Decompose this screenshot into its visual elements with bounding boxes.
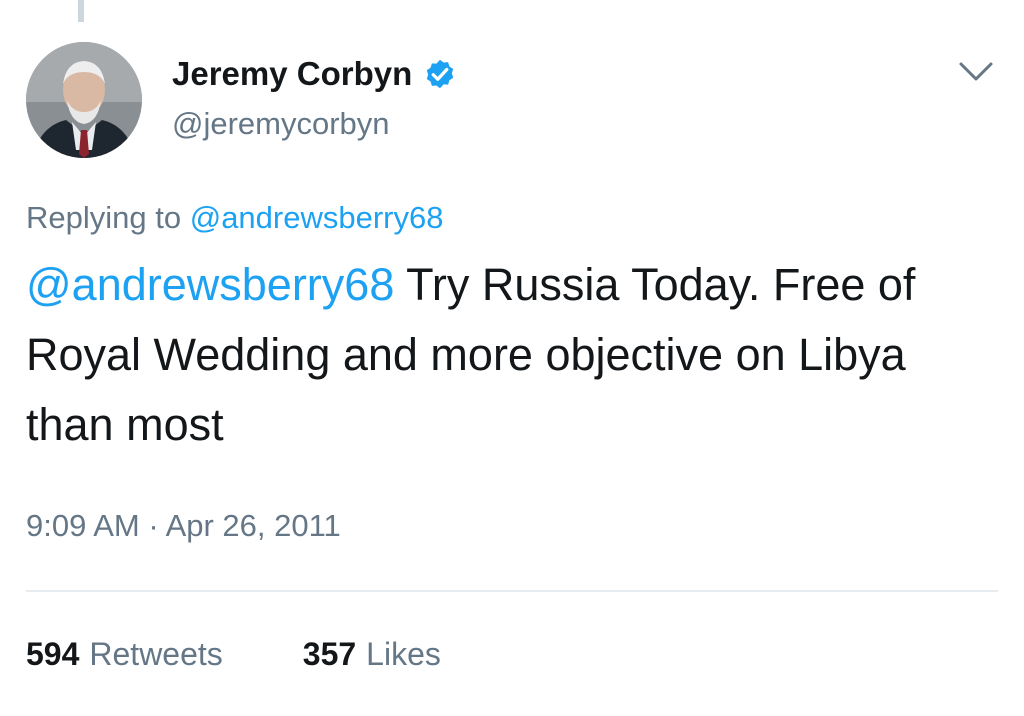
tweet-card: Jeremy Corbyn @jeremycorbyn Replying to … [0,0,1024,716]
tweet-mention-link[interactable]: @andrewsberry68 [26,259,394,310]
replying-to-mention-link[interactable]: @andrewsberry68 [190,200,444,235]
avatar-image [26,42,142,158]
tweet-timestamp[interactable]: 9:09 AM · Apr 26, 2011 [26,506,341,546]
likes-count: 357 [302,636,357,672]
divider [26,590,998,592]
retweets-stat[interactable]: 594 Retweets [26,634,223,674]
likes-stat[interactable]: 357 Likes [303,634,441,674]
author-handle[interactable]: @jeremycorbyn [172,104,390,144]
likes-label: Likes [366,636,441,672]
author-display-name[interactable]: Jeremy Corbyn [172,54,412,94]
tweet-text: @andrewsberry68 Try Russia Today. Free o… [26,250,986,460]
replying-to-prefix: Replying to [26,200,182,235]
retweets-label: Retweets [89,636,223,672]
tweet-stats: 594 Retweets 357 Likes [26,634,441,674]
chevron-down-icon[interactable] [958,58,994,86]
avatar[interactable] [26,42,142,158]
verified-badge-icon [427,59,454,89]
retweets-count: 594 [26,636,80,672]
thread-connector-line [78,0,84,22]
author-name-row[interactable]: Jeremy Corbyn [172,54,458,94]
replying-to-line: Replying to @andrewsberry68 [26,198,443,238]
